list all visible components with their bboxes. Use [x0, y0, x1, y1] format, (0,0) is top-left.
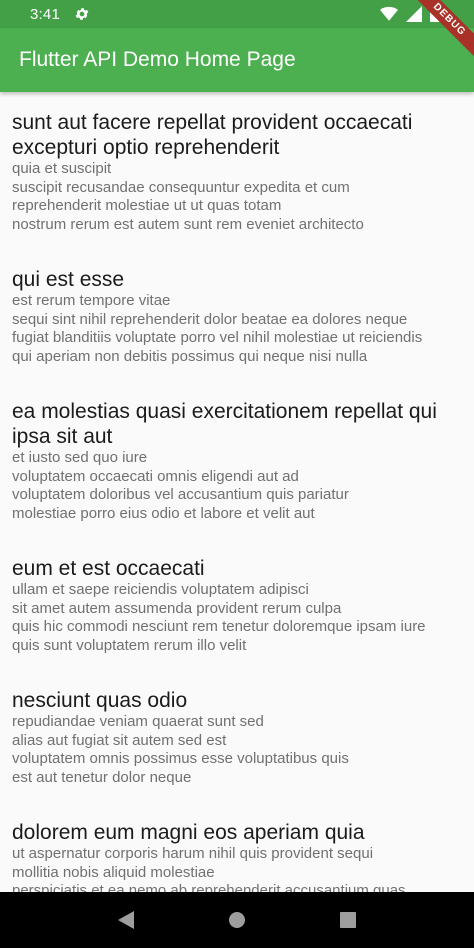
post-body: ut aspernatur corporis harum nihil quis …	[12, 845, 406, 892]
page-title: Flutter API Demo Home Page	[19, 48, 296, 71]
list-item[interactable]: dolorem eum magni eos aperiam quia ut as…	[12, 820, 462, 892]
wifi-icon	[380, 6, 398, 26]
post-title: dolorem eum magni eos aperiam quia	[12, 821, 365, 844]
recents-icon[interactable]	[336, 908, 360, 932]
post-body: repudiandae veniam quaerat sunt sed alia…	[12, 713, 349, 786]
post-body: est rerum tempore vitae sequi sint nihil…	[12, 292, 423, 365]
back-icon[interactable]	[114, 908, 138, 932]
status-time: 3:41	[30, 5, 60, 23]
list-item[interactable]: eum et est occaecati ullam et saepe reic…	[12, 556, 462, 655]
post-title: ea molestias quasi exercitationem repell…	[12, 400, 437, 448]
post-title: nesciunt quas odio	[12, 689, 188, 712]
post-body: ullam et saepe reiciendis voluptatem adi…	[12, 581, 426, 654]
navigation-bar	[0, 892, 474, 948]
post-title: qui est esse	[12, 268, 125, 291]
post-body: et iusto sed quo iure voluptatem occaeca…	[12, 449, 349, 522]
signal-icon	[406, 5, 422, 26]
list-item[interactable]: qui est esse est rerum tempore vitae seq…	[12, 267, 462, 366]
home-icon[interactable]	[225, 908, 249, 932]
app-bar: Flutter API Demo Home Page	[0, 28, 474, 92]
status-bar: 3:41	[0, 0, 474, 28]
list-item[interactable]: sunt aut facere repellat provident occae…	[12, 110, 462, 234]
post-title: sunt aut facere repellat provident occae…	[12, 111, 413, 159]
post-list[interactable]: sunt aut facere repellat provident occae…	[0, 92, 474, 892]
list-item[interactable]: ea molestias quasi exercitationem repell…	[12, 399, 462, 523]
post-title: eum et est occaecati	[12, 557, 205, 580]
post-body: quia et suscipit suscipit recusandae con…	[12, 160, 364, 233]
list-item[interactable]: nesciunt quas odio repudiandae veniam qu…	[12, 688, 462, 787]
gear-icon	[74, 6, 90, 22]
